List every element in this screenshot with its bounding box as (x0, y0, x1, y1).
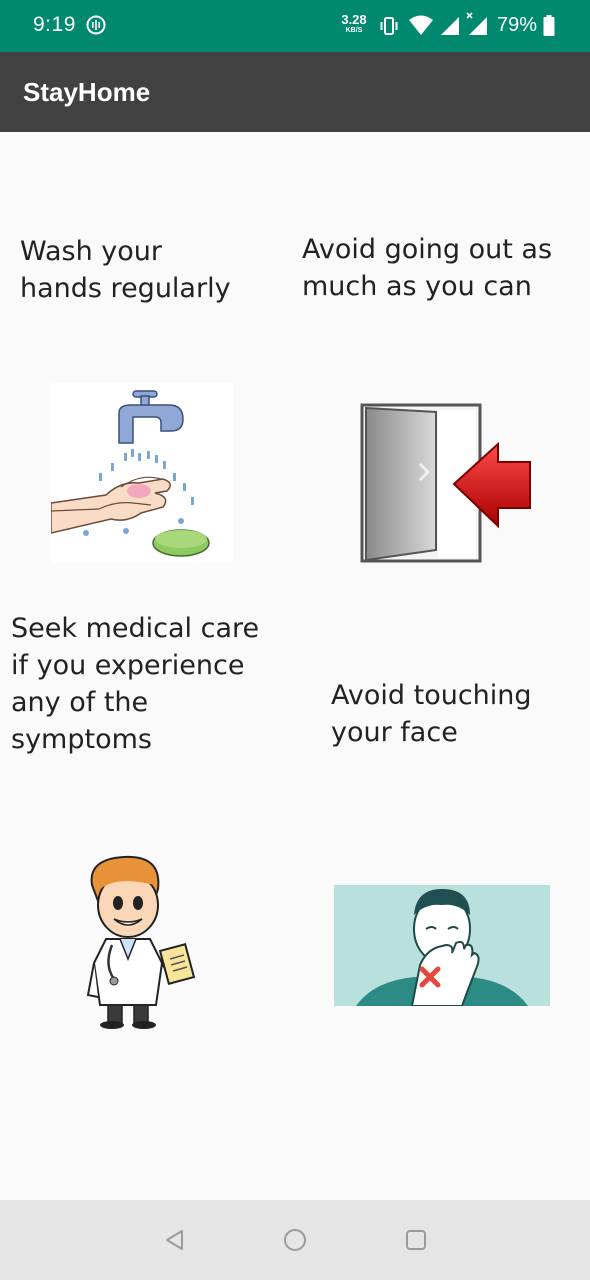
signal-x-icon (466, 12, 488, 35)
screen: 9:19 3.28 KB/S 79% StayHome Wash your ha… (0, 0, 590, 1280)
network-speed: 3.28 KB/S (340, 13, 368, 34)
doctor-illustration (84, 855, 200, 1030)
back-icon[interactable] (162, 1227, 188, 1253)
tip-wash-hands-text: Wash your hands regularly (20, 233, 231, 307)
tip-line: hands regularly (20, 273, 231, 304)
recents-icon[interactable] (403, 1227, 429, 1253)
tip-line: your face (331, 717, 458, 748)
face-touch-illustration (334, 885, 550, 1007)
status-time: 9:19 (33, 13, 76, 36)
tip-line: any of the (11, 687, 149, 718)
tip-line: much as you can (302, 271, 532, 302)
tip-line: symptoms (11, 724, 152, 755)
tip-line: Seek medical care (11, 613, 260, 644)
navigation-bar (0, 1200, 590, 1280)
tip-line: Wash your (20, 236, 162, 267)
tip-medical-care-text: Seek medical care if you experience any … (11, 610, 259, 758)
battery-percent: 79% (497, 14, 538, 36)
tip-face-touch-text: Avoid touching your face (331, 677, 532, 751)
tip-stay-in-text: Avoid going out as much as you can (302, 231, 552, 305)
tip-line: Avoid touching (331, 680, 532, 711)
vibrate-icon (378, 15, 400, 37)
battery-icon (543, 15, 555, 36)
status-bar: 9:19 3.28 KB/S 79% (0, 0, 590, 52)
app-bar: StayHome (0, 52, 590, 132)
wifi-icon (408, 14, 434, 36)
audio-app-icon (86, 15, 106, 35)
door-exit-illustration (358, 402, 534, 564)
hand-washing-illustration (50, 383, 233, 563)
home-icon[interactable] (282, 1227, 308, 1253)
network-speed-value: 3.28 (341, 12, 367, 27)
network-speed-unit: KB/S (345, 27, 363, 34)
tip-line: if you experience (11, 650, 245, 681)
app-title: StayHome (23, 77, 151, 107)
signal-icon (440, 15, 460, 35)
tip-line: Avoid going out as (302, 234, 553, 265)
